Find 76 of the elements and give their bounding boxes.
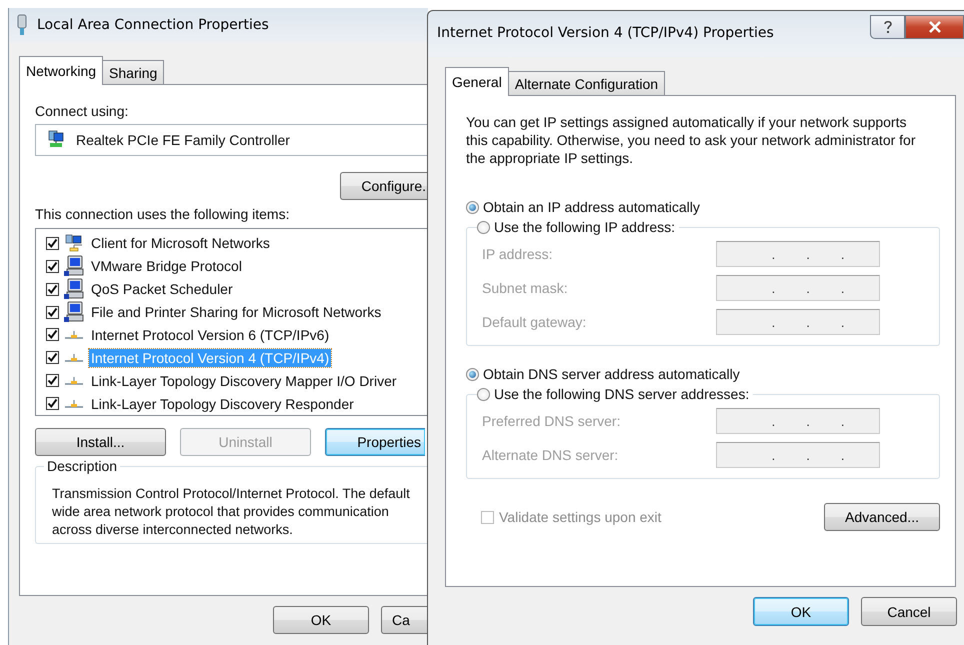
- ip-address-field[interactable]: . . .: [716, 408, 880, 434]
- radio-button[interactable]: [466, 368, 479, 380]
- radio-label: Use the following IP address:: [494, 219, 676, 235]
- tab[interactable]: General: [445, 67, 509, 96]
- dialog-button[interactable]: Ca: [381, 606, 428, 634]
- checkbox[interactable]: [46, 306, 59, 319]
- help-button[interactable]: [870, 15, 905, 39]
- list-item[interactable]: Link-Layer Topology Discovery Mapper I/O Driver: [89, 372, 399, 390]
- ip-address-field[interactable]: . . .: [716, 275, 880, 301]
- checkbox[interactable]: [46, 374, 59, 388]
- network-adapter-icon: [46, 130, 66, 150]
- checkmark-icon: [47, 284, 58, 295]
- description-text: Transmission Control Protocol/Internet Protocol. The default wide area network protocol that provides communication across diverse interconnected networks.: [52, 485, 411, 539]
- group-title: Description: [44, 458, 120, 474]
- list-item[interactable]: QoS Packet Scheduler: [89, 280, 235, 298]
- network-link-icon: [64, 398, 84, 410]
- checkmark-icon: [47, 238, 58, 249]
- action-button[interactable]: Install...: [35, 428, 166, 456]
- radio-label: Obtain DNS server address automatically: [483, 366, 740, 382]
- computer-icon: [64, 255, 84, 278]
- tab[interactable]: Alternate Configuration: [508, 71, 666, 95]
- plug-icon: [15, 14, 29, 36]
- network-link-icon: [64, 352, 84, 364]
- radio-button[interactable]: [466, 200, 479, 214]
- checkmark-icon: [47, 398, 58, 410]
- dialog-button[interactable]: OK: [273, 606, 369, 634]
- checkbox-label: Validate settings upon exit: [499, 509, 662, 525]
- adapter-name: Realtek PCIe FE Family Controller: [76, 132, 290, 148]
- checkbox[interactable]: [46, 328, 59, 342]
- radio-label: Use the following DNS server addresses:: [494, 386, 750, 402]
- checkmark-icon: [47, 329, 58, 340]
- computer-icon: [64, 301, 84, 324]
- list-item[interactable]: Client for Microsoft Networks: [89, 234, 272, 252]
- tab[interactable]: Sharing: [102, 60, 164, 84]
- intro-text: You can get IP settings assigned automatically if your network supports this capability. Otherwise, you need to ask your network administrator for the appropriate IP settings.: [466, 113, 916, 167]
- computer-icon: [64, 278, 84, 300]
- checkbox[interactable]: [46, 260, 59, 273]
- tab[interactable]: Networking: [19, 56, 104, 85]
- field-label: IP address:: [482, 246, 553, 262]
- configure-button[interactable]: Configure.: [340, 172, 428, 200]
- checkbox[interactable]: [46, 397, 59, 410]
- close-button[interactable]: [905, 15, 964, 39]
- window-title: Local Area Connection Properties: [37, 17, 269, 33]
- checkbox[interactable]: [46, 236, 59, 250]
- section-label: Connect using:: [35, 103, 130, 119]
- field-label: Subnet mask:: [482, 280, 568, 296]
- checkbox[interactable]: [46, 351, 59, 364]
- close-icon: [928, 21, 942, 33]
- network-link-icon: [64, 374, 84, 387]
- ip-address-field[interactable]: . . .: [716, 309, 880, 335]
- network-link-icon: [64, 328, 84, 341]
- action-button[interactable]: Properties: [325, 428, 425, 456]
- radio-button[interactable]: [477, 388, 490, 400]
- radio-label: Obtain an IP address automatically: [483, 199, 700, 215]
- section-label: This connection uses the following items:: [35, 206, 290, 222]
- advanced-button[interactable]: Advanced...: [824, 503, 940, 531]
- checkmark-icon: [47, 306, 58, 318]
- field-label: Preferred DNS server:: [482, 413, 620, 429]
- checkmark-icon: [47, 352, 58, 364]
- ip-address-field[interactable]: . . .: [716, 241, 880, 267]
- list-item[interactable]: Link-Layer Topology Discovery Responder: [89, 394, 356, 413]
- field-label: Alternate DNS server:: [482, 447, 618, 463]
- ip-address-field[interactable]: . . .: [716, 442, 880, 468]
- list-item[interactable]: Internet Protocol Version 6 (TCP/IPv6): [89, 326, 332, 344]
- window-title: Internet Protocol Version 4 (TCP/IPv4) Properties: [437, 25, 774, 41]
- field-label: Default gateway:: [482, 314, 586, 330]
- radio-button[interactable]: [477, 220, 490, 234]
- network-computers-icon: [64, 234, 84, 252]
- checkmark-icon: [47, 260, 58, 272]
- list-item[interactable]: File and Printer Sharing for Microsoft Networks: [89, 303, 384, 322]
- list-item[interactable]: VMware Bridge Protocol: [89, 257, 244, 276]
- help-icon: [882, 20, 892, 34]
- checkmark-icon: [47, 375, 58, 386]
- dialog-button[interactable]: Cancel: [861, 597, 957, 626]
- dialog-button[interactable]: OK: [753, 597, 849, 626]
- checkbox[interactable]: [46, 282, 59, 296]
